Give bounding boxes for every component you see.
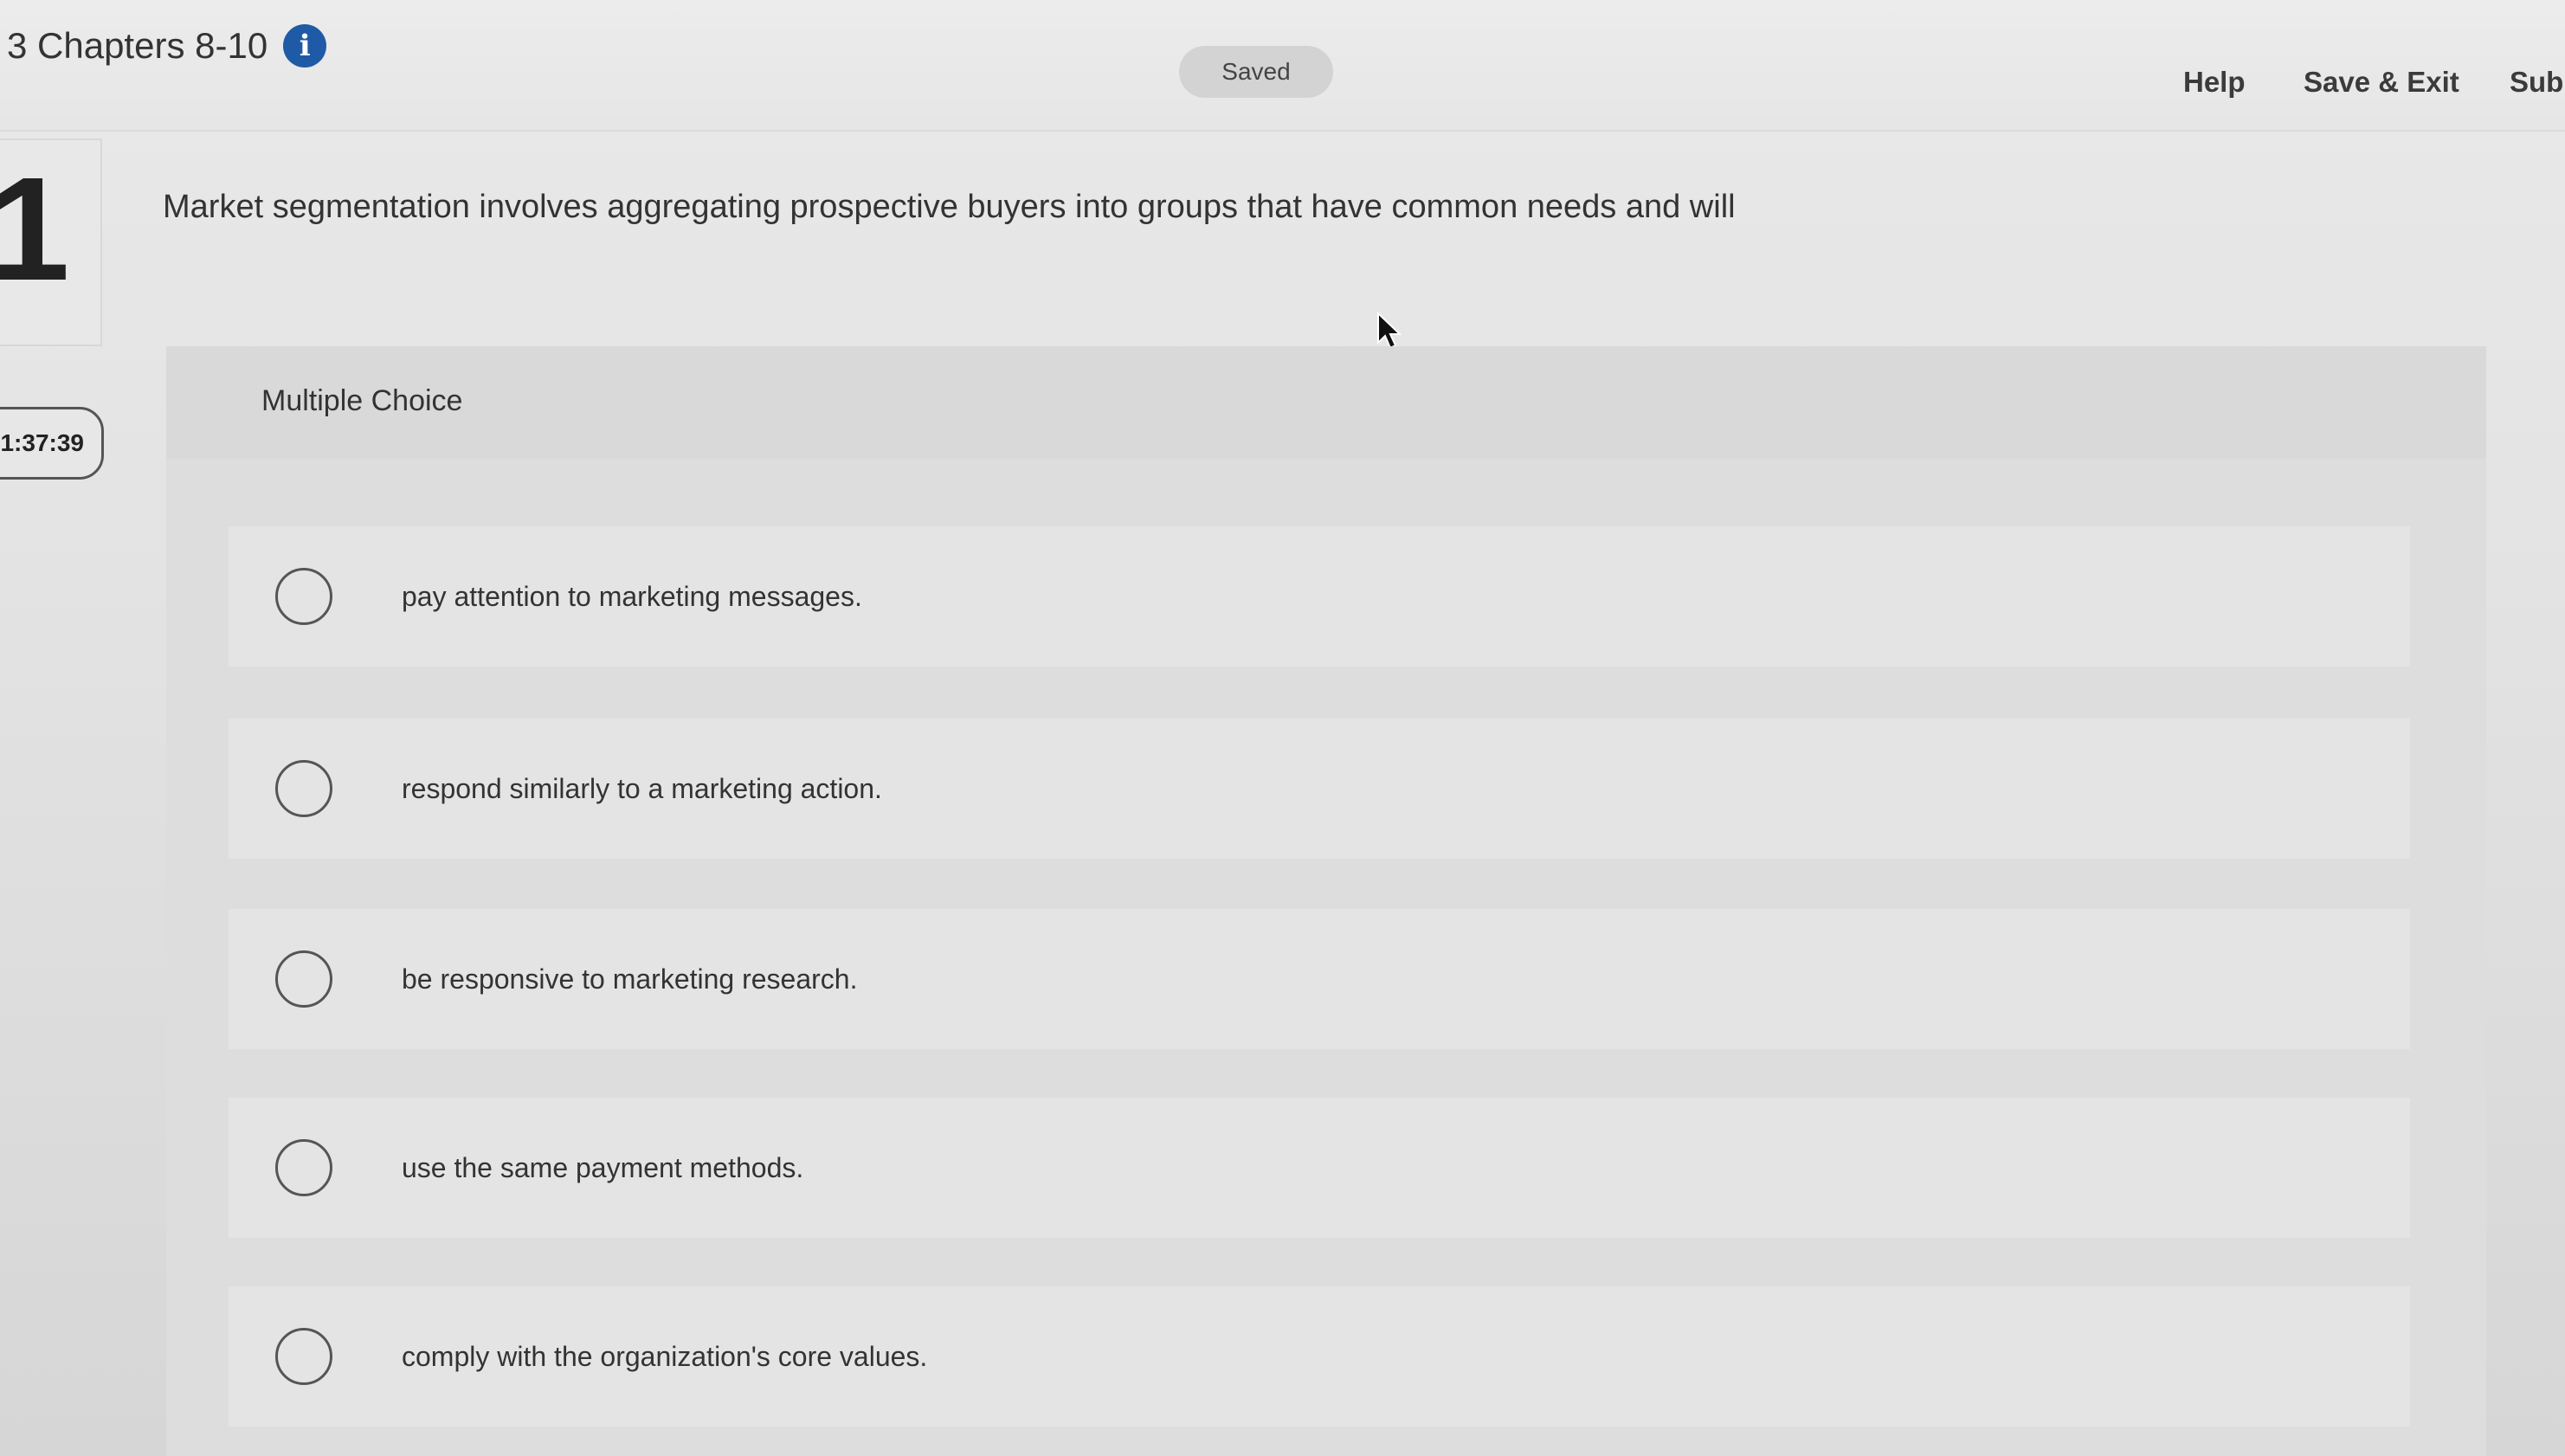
answer-option[interactable]: use the same payment methods.	[229, 1098, 2410, 1238]
radio-button[interactable]	[275, 760, 332, 817]
answer-option-label: use the same payment methods.	[402, 1151, 804, 1183]
help-link[interactable]: Help	[2183, 66, 2246, 99]
mouse-pointer-icon	[1377, 312, 1402, 350]
question-text: Market segmentation involves aggregating…	[163, 189, 1736, 225]
assignment-title-group: 3 Chapters 8-10 i	[7, 24, 327, 68]
answer-option[interactable]: comply with the organization's core valu…	[229, 1286, 2410, 1427]
assignment-title: 3 Chapters 8-10	[7, 25, 268, 66]
saved-status-badge: Saved	[1179, 46, 1333, 98]
answer-option[interactable]: respond similarly to a marketing action.	[229, 718, 2410, 859]
timer[interactable]: 01:37:39	[0, 407, 104, 480]
radio-button[interactable]	[275, 1328, 332, 1385]
question-number: 1	[0, 147, 70, 312]
answer-option-label: respond similarly to a marketing action.	[402, 772, 882, 804]
save-exit-link[interactable]: Save & Exit	[2304, 66, 2459, 99]
answer-panel: Multiple Choice pay attention to marketi…	[166, 346, 2486, 1456]
answer-option-label: pay attention to marketing messages.	[402, 580, 862, 612]
info-icon[interactable]: i	[283, 24, 327, 68]
question-type-label: Multiple Choice	[261, 384, 463, 417]
answer-option[interactable]: be responsive to marketing research.	[229, 909, 2410, 1049]
top-header: 3 Chapters 8-10 i Saved Help Save & Exit…	[0, 0, 2565, 132]
radio-button[interactable]	[275, 568, 332, 625]
submit-link[interactable]: Sub	[2510, 66, 2563, 99]
radio-button[interactable]	[275, 1139, 332, 1196]
question-type-header: Multiple Choice	[166, 346, 2486, 459]
radio-button[interactable]	[275, 950, 332, 1008]
answer-option-label: comply with the organization's core valu…	[402, 1340, 928, 1372]
answer-option-label: be responsive to marketing research.	[402, 963, 858, 995]
answer-option[interactable]: pay attention to marketing messages.	[229, 526, 2410, 667]
